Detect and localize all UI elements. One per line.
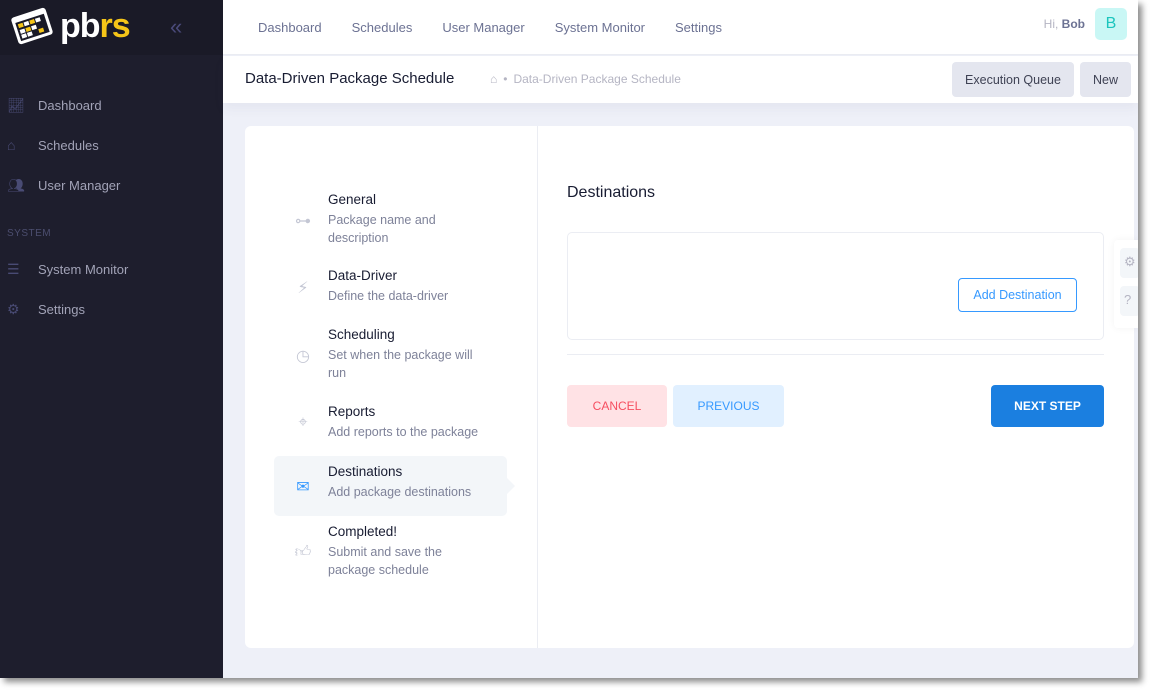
sidebar-item-settings[interactable]: ⚙ Settings: [0, 289, 223, 329]
logo-text: pbrs: [60, 6, 131, 45]
section-title: Destinations: [567, 184, 656, 201]
sidebar-item-label: System Monitor: [38, 261, 129, 277]
sidebar-item-label: Settings: [38, 301, 85, 317]
sidebar-item-user-manager[interactable]: 👥︎ User Manager: [0, 165, 223, 205]
step-general[interactable]: ⊶ General Package name and description: [274, 186, 507, 253]
next-step-button[interactable]: NEXT STEP: [991, 385, 1104, 427]
step-desc: Add package destinations: [328, 485, 472, 499]
clock-icon: ◷: [296, 347, 310, 365]
divider: [567, 354, 1104, 355]
step-scheduling[interactable]: ◷ Scheduling Set when the package will run: [274, 321, 507, 388]
breadcrumb-item[interactable]: Data-Driven Package Schedule: [513, 72, 680, 86]
topnav-user-manager[interactable]: User Manager: [427, 20, 539, 35]
step-title: General: [328, 192, 377, 207]
topnav-system-monitor[interactable]: System Monitor: [540, 20, 660, 35]
step-data-driver[interactable]: ⚡︎ Data-Driver Define the data-driver: [274, 262, 507, 311]
list-check-icon: ☰: [7, 260, 20, 277]
execution-queue-button[interactable]: Execution Queue: [952, 62, 1074, 97]
avatar[interactable]: B: [1095, 8, 1127, 40]
sidebar: pbrs « 📈︎ Dashboard ⌂ Schedules 👥︎ User Man…: [0, 0, 223, 678]
step-desc: Define the data-driver: [328, 289, 449, 303]
step-title: Scheduling: [328, 327, 395, 342]
step-title: Completed!: [328, 524, 398, 539]
home-icon: ⌂: [7, 137, 16, 153]
greeting: Hi,: [1043, 17, 1059, 31]
step-title: Data-Driver: [328, 268, 398, 283]
collapse-sidebar-icon[interactable]: «: [170, 14, 182, 40]
brand: pbrs «: [0, 0, 223, 55]
topnav-settings[interactable]: Settings: [660, 20, 737, 35]
sidebar-item-label: User Manager: [38, 177, 121, 193]
page-title: Data-Driven Package Schedule: [245, 70, 455, 87]
cancel-button[interactable]: CANCEL: [567, 385, 667, 427]
toggle-icon: ⊶: [295, 212, 311, 230]
step-desc: Add reports to the package: [328, 425, 479, 439]
app: pbrs « 📈︎ Dashboard ⌂ Schedules 👥︎ User Man…: [0, 0, 1138, 678]
step-destinations[interactable]: ✉ Destinations Add package destinations: [274, 456, 515, 516]
help-icon[interactable]: ?: [1120, 286, 1138, 316]
sidebar-item-label: Dashboard: [38, 97, 102, 113]
subheader: Data-Driven Package Schedule ⌂ • Data-Dri…: [223, 56, 1138, 103]
wizard-steps: ⊶ General Package name and description ⚡︎ D…: [245, 126, 538, 648]
top-bar: Dashboard Schedules User Manager System …: [223, 0, 1138, 55]
floating-toolbar: ⚙ ?: [1114, 240, 1138, 328]
add-destination-button[interactable]: Add Destination: [958, 278, 1077, 312]
step-title: Destinations: [328, 464, 403, 479]
sidebar-item-dashboard[interactable]: 📈︎ Dashboard: [0, 85, 223, 125]
topnav-schedules[interactable]: Schedules: [337, 20, 428, 35]
step-desc: Set when the package will run: [328, 348, 473, 380]
target-icon: ⌖: [298, 413, 308, 431]
gear-icon[interactable]: ⚙: [1120, 248, 1138, 278]
step-completed[interactable]: 👍︎ Completed! Submit and save the package …: [274, 518, 507, 585]
section-label: SYSTEM: [7, 228, 52, 239]
new-button[interactable]: New: [1080, 62, 1131, 97]
breadcrumb: ⌂ • Data-Driven Package Schedule: [490, 72, 681, 86]
step-desc: Submit and save the package schedule: [328, 545, 442, 577]
topnav-dashboard[interactable]: Dashboard: [243, 20, 337, 35]
sidebar-item-system-monitor[interactable]: ☰ System Monitor: [0, 249, 223, 289]
chart-line-icon: 📈︎: [7, 96, 25, 113]
users-icon: 👥︎: [7, 176, 25, 193]
lightning-icon: ⚡︎: [297, 279, 309, 297]
destinations-list: Add Destination: [567, 232, 1104, 340]
home-icon[interactable]: ⌂: [490, 72, 497, 86]
envelope-icon: ✉: [296, 479, 310, 496]
wizard-card: ⊶ General Package name and description ⚡︎ D…: [245, 126, 1134, 648]
step-title: Reports: [328, 404, 376, 419]
previous-button[interactable]: PREVIOUS: [673, 385, 784, 427]
step-reports[interactable]: ⌖ Reports Add reports to the package: [274, 398, 507, 447]
calendar-logo-icon: [11, 7, 53, 45]
gear-icon: ⚙: [7, 300, 20, 317]
user-name: Bob: [1061, 17, 1085, 31]
user-menu[interactable]: Hi, Bob B: [1044, 8, 1127, 40]
step-desc: Package name and description: [328, 213, 436, 245]
thumbs-up-icon: 👍︎: [294, 543, 312, 561]
logo[interactable]: pbrs: [8, 4, 131, 48]
sidebar-item-schedules[interactable]: ⌂ Schedules: [0, 125, 223, 165]
sidebar-item-label: Schedules: [38, 137, 99, 153]
